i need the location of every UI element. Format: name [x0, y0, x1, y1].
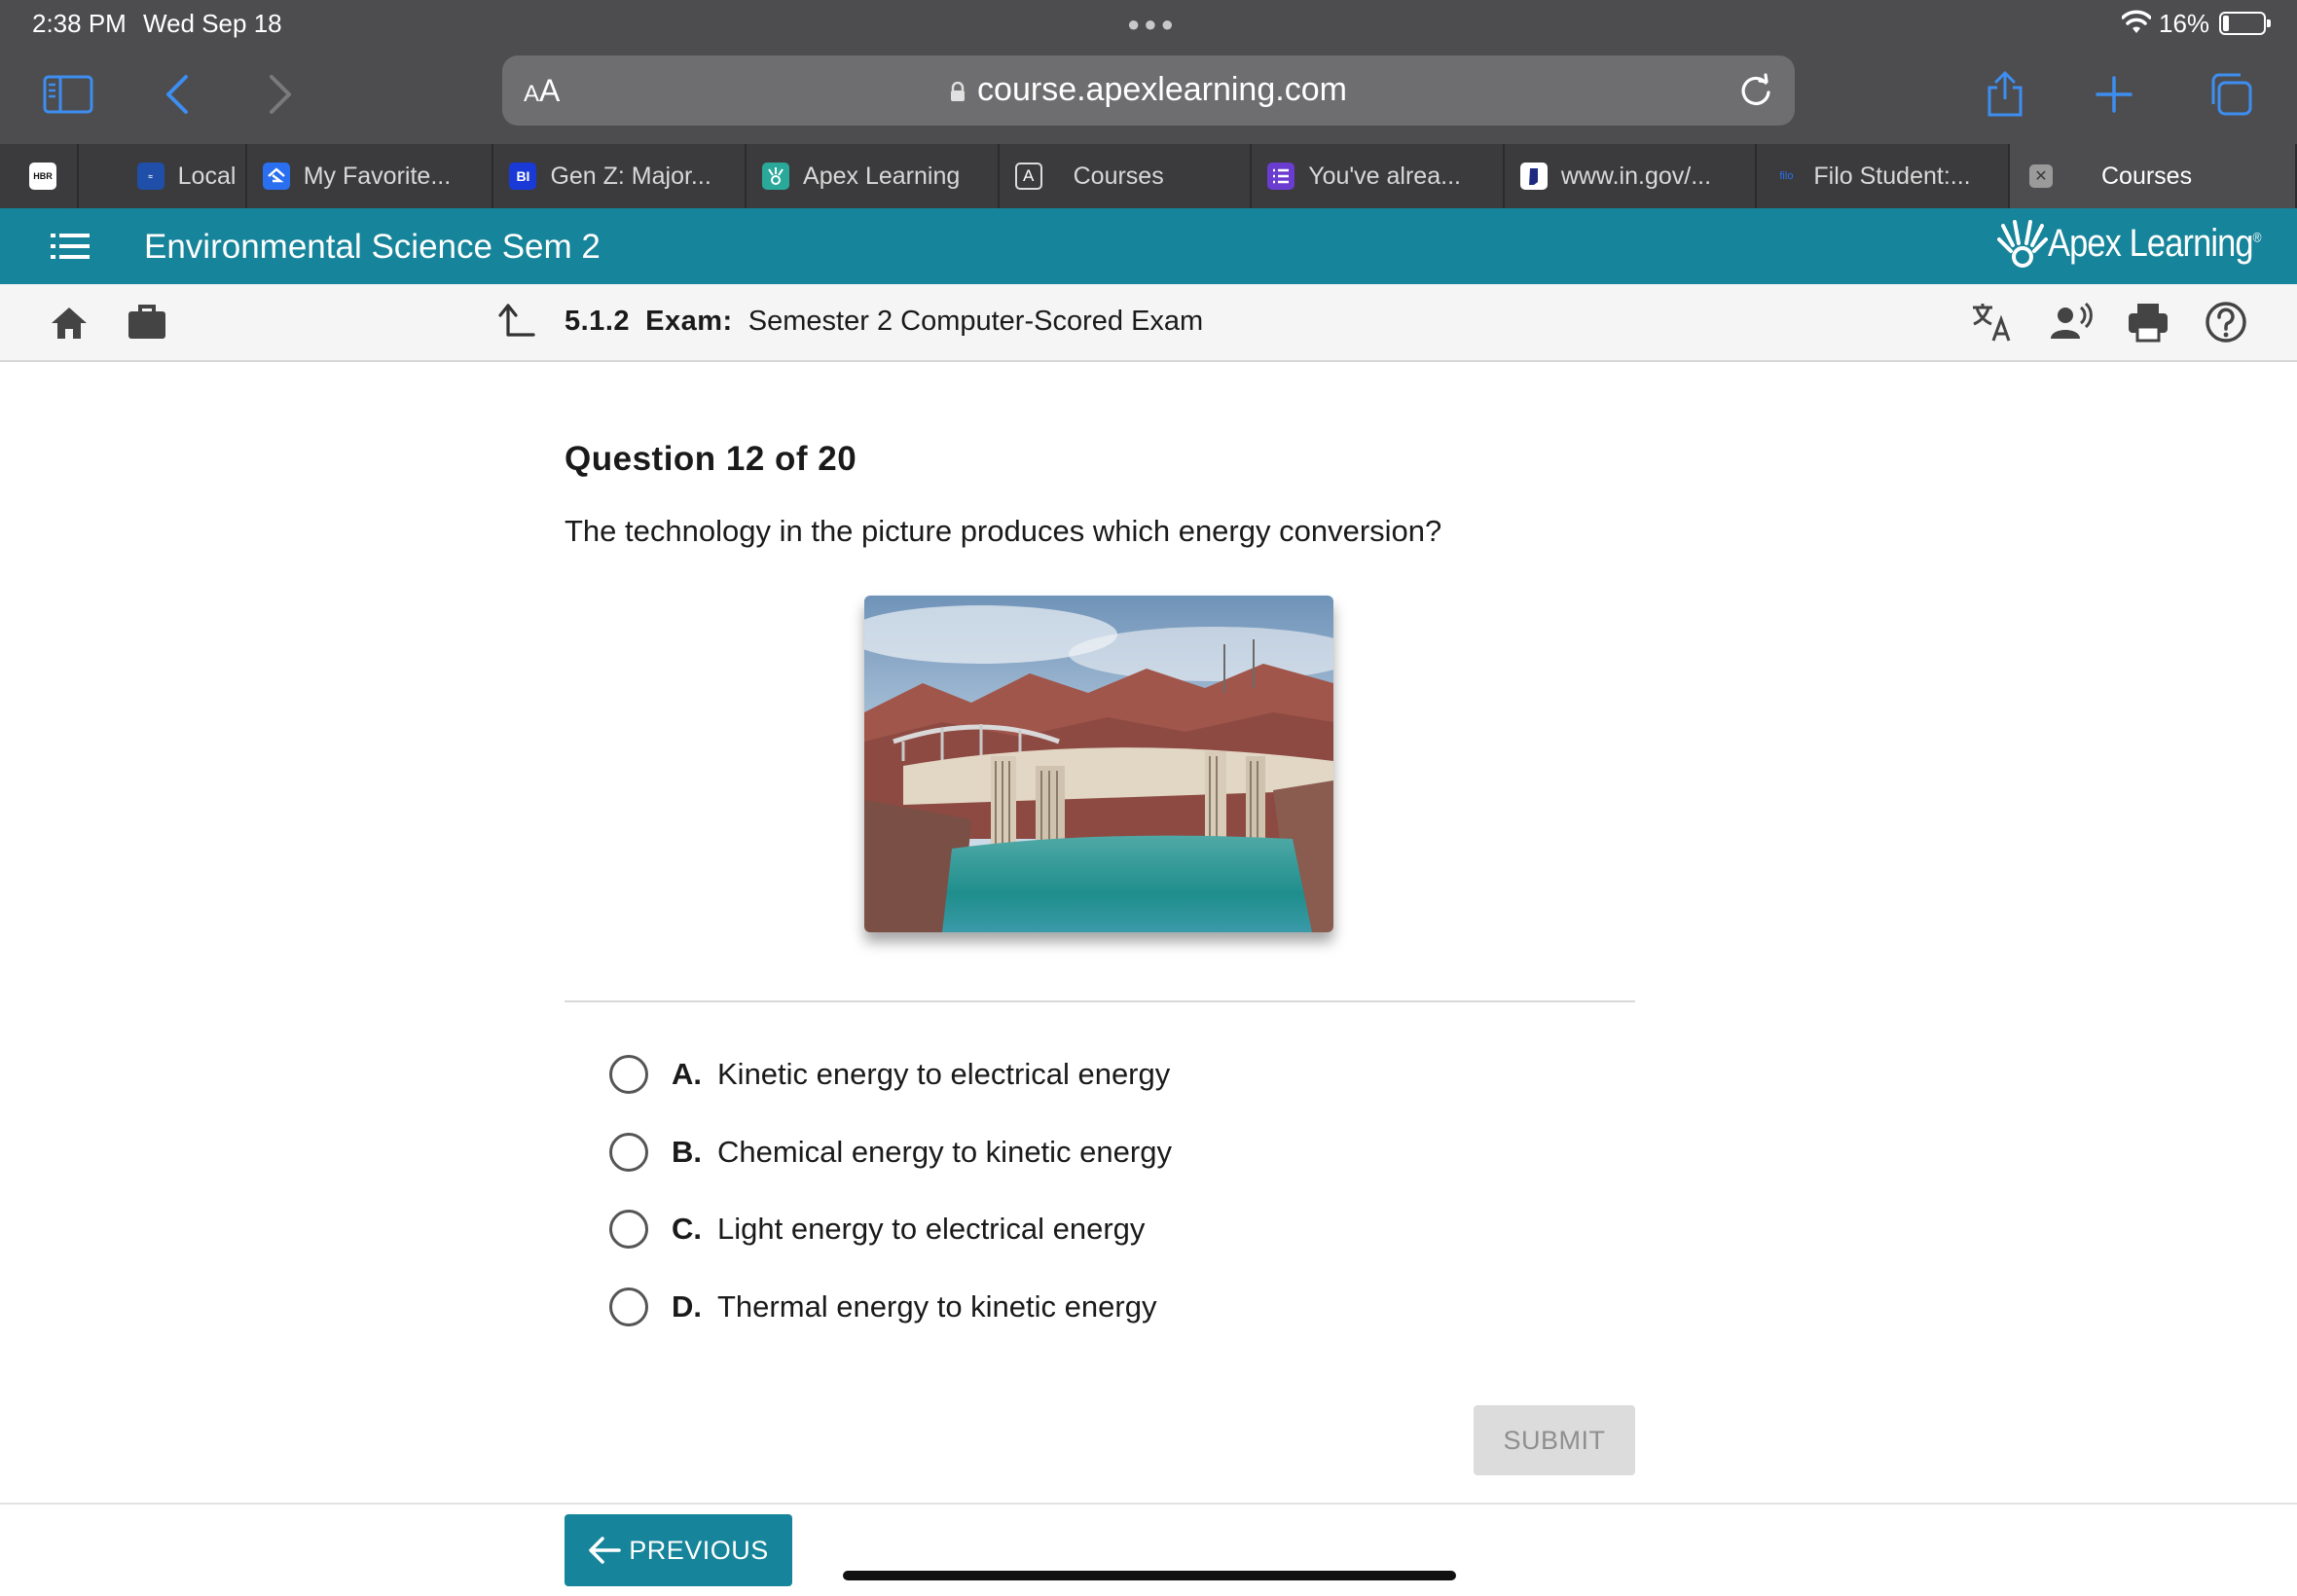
activity-name: Semester 2 Computer-Scored Exam	[747, 306, 1204, 337]
browser-toolbar: AA course.apexlearning.com	[0, 47, 2297, 144]
battery-percent: 16%	[2159, 9, 2210, 38]
course-title: Environmental Science Sem 2	[144, 228, 601, 266]
indiana-icon	[1519, 163, 1548, 190]
radio-button-d[interactable]	[609, 1288, 648, 1326]
list-icon	[1267, 163, 1295, 190]
tab-gen-z[interactable]: BI Gen Z: Major...	[493, 144, 747, 208]
tab-my-favorite[interactable]: My Favorite...	[247, 144, 494, 208]
option-text: Thermal energy to kinetic energy	[717, 1289, 1157, 1324]
brand-text: Apex Learning	[2048, 222, 2254, 265]
app-header: Environmental Science Sem 2 Apex Learnin…	[0, 208, 2297, 284]
reload-icon[interactable]	[1736, 71, 1775, 110]
hbr-icon: HBR	[29, 163, 56, 190]
status-bar: 2:38 PM Wed Sep 18 ●●● 16%	[0, 0, 2297, 47]
zillow-icon	[262, 163, 290, 190]
answer-option-b[interactable]: B. Chemical energy to kinetic energy	[609, 1128, 1172, 1177]
print-icon[interactable]	[2126, 300, 2170, 345]
text-to-speech-icon[interactable]	[2048, 300, 2093, 345]
tab-bar: HBR ≈ Local My Favorite... BI Gen Z: Maj…	[0, 144, 2297, 208]
tab-label: Gen Z: Major...	[550, 162, 711, 190]
home-icon[interactable]	[47, 300, 91, 345]
new-tab-icon[interactable]	[2085, 66, 2143, 123]
activity-type: Exam:	[645, 306, 733, 337]
exam-subnav: 5.1.2 Exam: Semester 2 Computer-Scored E…	[0, 284, 2297, 362]
option-letter: C.	[672, 1212, 702, 1246]
tab-label: Courses	[2101, 162, 2193, 190]
tab-apex-learning[interactable]: Apex Learning	[747, 144, 1000, 208]
sidebar-toggle-icon[interactable]	[39, 66, 97, 123]
back-icon[interactable]	[148, 66, 206, 123]
brand-name: Apex Learning®	[2048, 222, 2262, 265]
tab-label: Courses	[1073, 162, 1164, 190]
breadcrumb: 5.1.2 Exam: Semester 2 Computer-Scored E…	[565, 306, 1203, 338]
up-level-icon[interactable]	[494, 300, 539, 345]
tab-label: www.in.gov/...	[1560, 162, 1712, 190]
apex-logo-icon	[1997, 220, 2048, 268]
tab-label: Filo Student:...	[1813, 162, 1971, 190]
previous-button[interactable]: PREVIOUS	[565, 1514, 792, 1586]
menu-icon[interactable]	[51, 232, 90, 261]
status-date: Wed Sep 18	[143, 9, 282, 38]
apex-icon	[762, 163, 790, 190]
translate-icon[interactable]	[1970, 300, 2015, 345]
previous-label: PREVIOUS	[629, 1535, 769, 1565]
help-icon[interactable]	[2204, 300, 2248, 345]
briefcase-icon[interactable]	[125, 300, 169, 345]
submit-button[interactable]: SUBMIT	[1474, 1405, 1635, 1475]
tab-courses[interactable]: A Courses	[1000, 144, 1253, 208]
url-display[interactable]: course.apexlearning.com	[502, 71, 1795, 109]
answer-option-a[interactable]: A. Kinetic energy to electrical energy	[609, 1050, 1170, 1099]
address-bar[interactable]: AA course.apexlearning.com	[502, 55, 1795, 126]
tab-label: Local	[177, 162, 237, 190]
tab-in-gov[interactable]: www.in.gov/...	[1505, 144, 1758, 208]
share-icon[interactable]	[1976, 66, 2034, 123]
answer-option-c[interactable]: C. Light energy to electrical energy	[609, 1205, 1145, 1253]
tab-label: Apex Learning	[803, 162, 961, 190]
question-prompt: The technology in the picture produces w…	[565, 514, 1442, 548]
tab-label: My Favorite...	[303, 162, 452, 190]
close-tab-icon[interactable]: ✕	[2029, 164, 2053, 188]
section-number: 5.1.2	[565, 306, 630, 337]
option-letter: A.	[672, 1057, 702, 1091]
footer-divider	[0, 1503, 2297, 1505]
radio-button-a[interactable]	[609, 1055, 648, 1094]
question-divider	[565, 1000, 1635, 1002]
hydroelectric-dam-image	[864, 596, 1333, 932]
multitasking-dots-icon[interactable]: ●●●	[1127, 12, 1178, 37]
status-time: 2:38 PM	[32, 9, 127, 38]
lock-icon	[951, 82, 966, 102]
option-text: Chemical energy to kinetic energy	[717, 1135, 1172, 1169]
wifi-icon	[2122, 10, 2151, 33]
filo-icon: filo	[1772, 163, 1801, 190]
tab-local[interactable]: ≈ Local	[79, 144, 247, 208]
tab-courses-active[interactable]: ✕ Courses	[2010, 144, 2297, 208]
url-text: course.apexlearning.com	[977, 71, 1347, 108]
question-number: Question 12 of 20	[565, 440, 857, 478]
battery-level	[2223, 16, 2229, 31]
radio-button-c[interactable]	[609, 1210, 648, 1249]
tab-label: You've alrea...	[1308, 162, 1461, 190]
business-insider-icon: BI	[509, 163, 537, 190]
option-text: Light energy to electrical energy	[717, 1212, 1146, 1246]
tab-youve-already[interactable]: You've alrea...	[1252, 144, 1505, 208]
answer-option-d[interactable]: D. Thermal energy to kinetic energy	[609, 1283, 1156, 1331]
forward-icon[interactable]	[251, 66, 310, 123]
tab-filo-student[interactable]: filo Filo Student:...	[1757, 144, 2010, 208]
tabs-overview-icon[interactable]	[2202, 66, 2260, 123]
tab-hbr[interactable]: HBR	[0, 144, 79, 208]
a-letter-icon: A	[1014, 163, 1042, 190]
news-icon: ≈	[136, 163, 164, 190]
radio-button-b[interactable]	[609, 1133, 648, 1172]
option-letter: D.	[672, 1289, 702, 1324]
arrow-left-icon	[589, 1537, 622, 1564]
option-text: Kinetic energy to electrical energy	[717, 1057, 1171, 1091]
option-letter: B.	[672, 1135, 702, 1169]
battery-icon	[2219, 12, 2271, 35]
home-indicator[interactable]	[843, 1571, 1456, 1580]
